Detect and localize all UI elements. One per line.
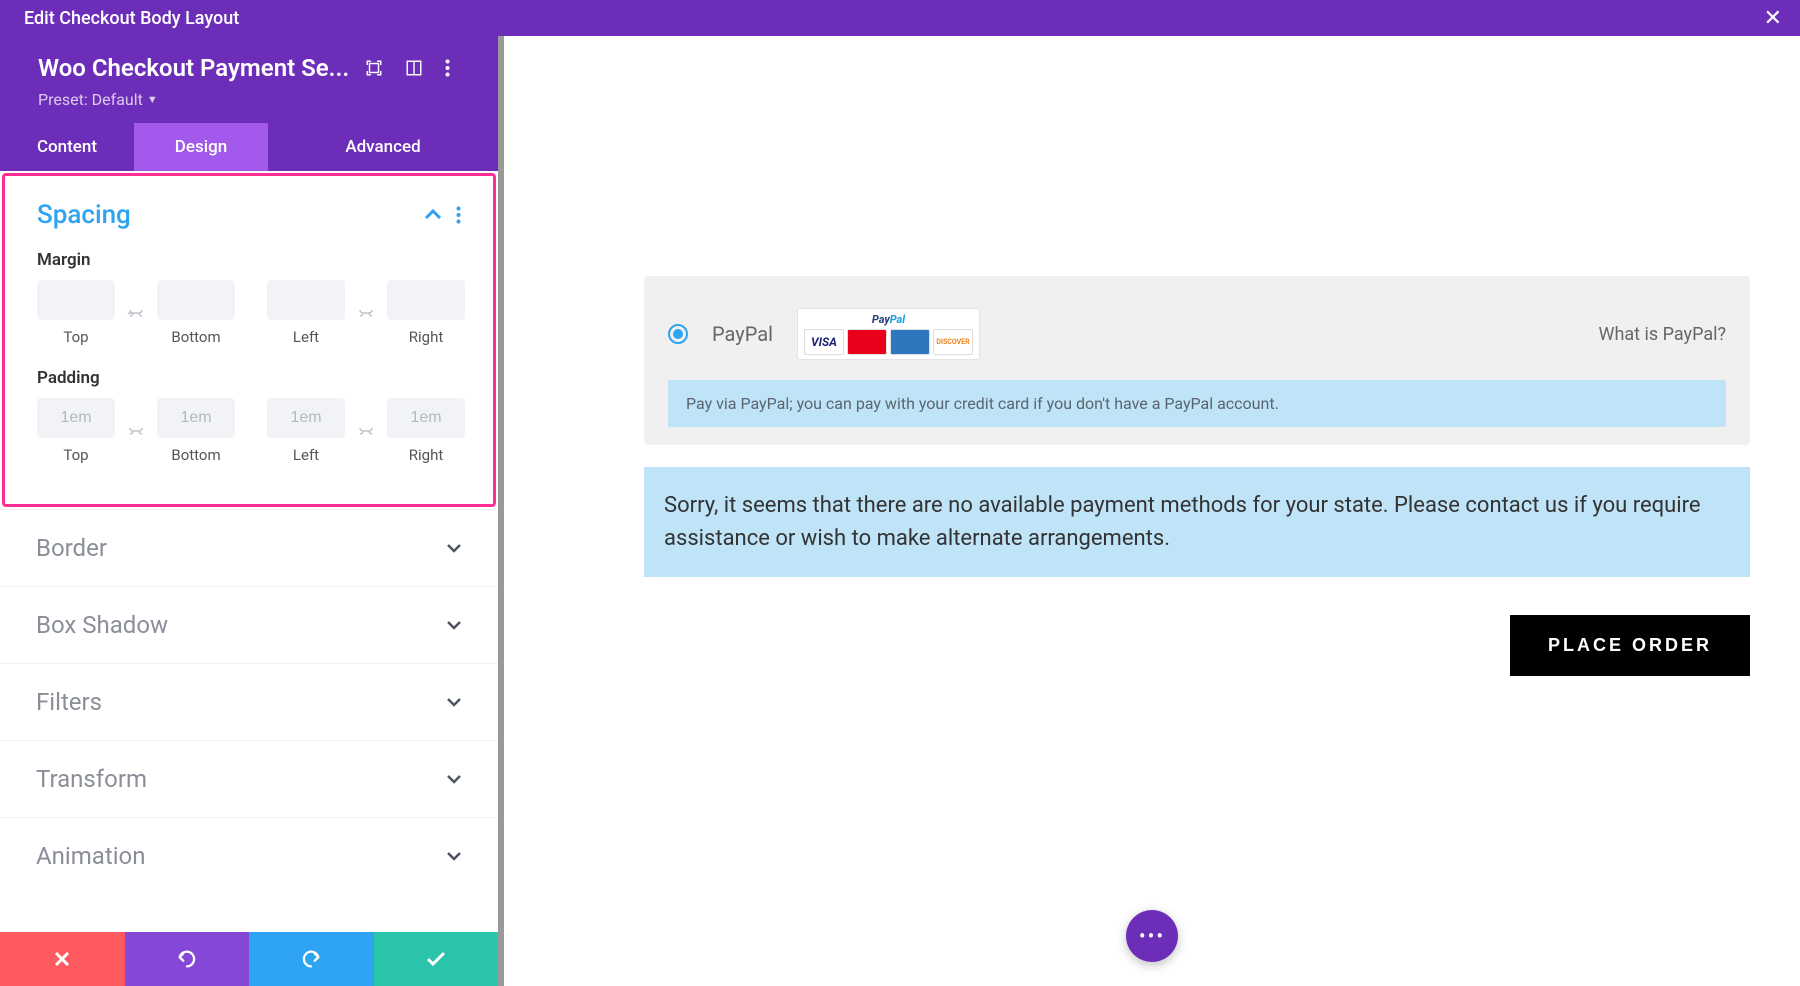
page-title: Edit Checkout Body Layout: [24, 8, 239, 29]
close-icon[interactable]: ✕: [1764, 6, 1782, 31]
section-box-shadow-title: Box Shadow: [36, 611, 168, 639]
margin-left-caption: Left: [293, 328, 319, 346]
expand-icon[interactable]: [365, 59, 383, 77]
link-icon[interactable]: [125, 307, 147, 319]
padding-top-caption: Top: [63, 446, 88, 464]
chevron-down-icon: [446, 697, 462, 707]
paypal-label: PayPal: [712, 322, 773, 346]
margin-left-input[interactable]: [267, 280, 345, 320]
padding-top-input[interactable]: [37, 398, 115, 438]
what-is-paypal-link[interactable]: What is PayPal?: [1598, 324, 1726, 345]
redo-button[interactable]: [249, 932, 374, 986]
payment-cards-badge: PayPal VISA DISCOVER: [797, 308, 980, 360]
section-animation[interactable]: Animation: [0, 817, 498, 894]
kebab-icon[interactable]: [445, 59, 450, 77]
padding-bottom-input[interactable]: [157, 398, 235, 438]
paypal-radio[interactable]: [668, 324, 688, 344]
mastercard-icon: [847, 329, 887, 355]
collapse-icon[interactable]: [424, 209, 442, 221]
paypal-logo-icon: PayPal: [872, 313, 905, 326]
cancel-button[interactable]: [0, 932, 125, 986]
amex-card-icon: [890, 329, 930, 355]
preset-selector[interactable]: Preset: Default ▼: [38, 90, 474, 109]
columns-icon[interactable]: [405, 59, 423, 77]
section-transform[interactable]: Transform: [0, 740, 498, 817]
chevron-down-icon: [446, 543, 462, 553]
payment-box: PayPal PayPal VISA DISCOVER What is PayP…: [644, 276, 1750, 445]
margin-right-input[interactable]: [387, 280, 465, 320]
chevron-down-icon: [446, 851, 462, 861]
margin-top-input[interactable]: [37, 280, 115, 320]
payment-error-notice: Sorry, it seems that there are no availa…: [644, 467, 1750, 577]
section-box-shadow[interactable]: Box Shadow: [0, 586, 498, 663]
tab-design[interactable]: Design: [134, 123, 268, 171]
undo-button[interactable]: [125, 932, 250, 986]
section-animation-title: Animation: [36, 842, 145, 870]
tab-content[interactable]: Content: [0, 123, 134, 171]
section-border[interactable]: Border: [0, 509, 498, 586]
caret-down-icon: ▼: [147, 93, 158, 106]
paypal-description: Pay via PayPal; you can pay with your cr…: [668, 380, 1726, 427]
link-icon[interactable]: [125, 425, 147, 437]
section-filters[interactable]: Filters: [0, 663, 498, 740]
visa-card-icon: VISA: [804, 329, 844, 355]
padding-right-caption: Right: [409, 446, 443, 464]
builder-fab-button[interactable]: •••: [1126, 910, 1178, 962]
section-spacing-title: Spacing: [37, 200, 131, 230]
margin-right-caption: Right: [409, 328, 443, 346]
preset-label: Preset: Default: [38, 90, 143, 109]
section-border-title: Border: [36, 534, 107, 562]
discover-card-icon: DISCOVER: [933, 329, 973, 355]
padding-left-input[interactable]: [267, 398, 345, 438]
link-icon[interactable]: [355, 425, 377, 437]
margin-top-caption: Top: [63, 328, 88, 346]
section-kebab-icon[interactable]: [456, 206, 461, 224]
padding-left-caption: Left: [293, 446, 319, 464]
chevron-down-icon: [446, 774, 462, 784]
padding-label: Padding: [37, 368, 461, 388]
section-spacing: Spacing Margin Top: [2, 173, 496, 507]
padding-bottom-caption: Bottom: [171, 446, 220, 464]
margin-bottom-caption: Bottom: [171, 328, 220, 346]
section-filters-title: Filters: [36, 688, 102, 716]
chevron-down-icon: [446, 620, 462, 630]
module-title: Woo Checkout Payment Se...: [38, 54, 349, 82]
link-icon[interactable]: [355, 307, 377, 319]
save-button[interactable]: [374, 932, 499, 986]
section-transform-title: Transform: [36, 765, 147, 793]
place-order-button[interactable]: PLACE ORDER: [1510, 615, 1750, 676]
margin-label: Margin: [37, 250, 461, 270]
margin-bottom-input[interactable]: [157, 280, 235, 320]
tab-advanced[interactable]: Advanced: [268, 123, 498, 171]
padding-right-input[interactable]: [387, 398, 465, 438]
